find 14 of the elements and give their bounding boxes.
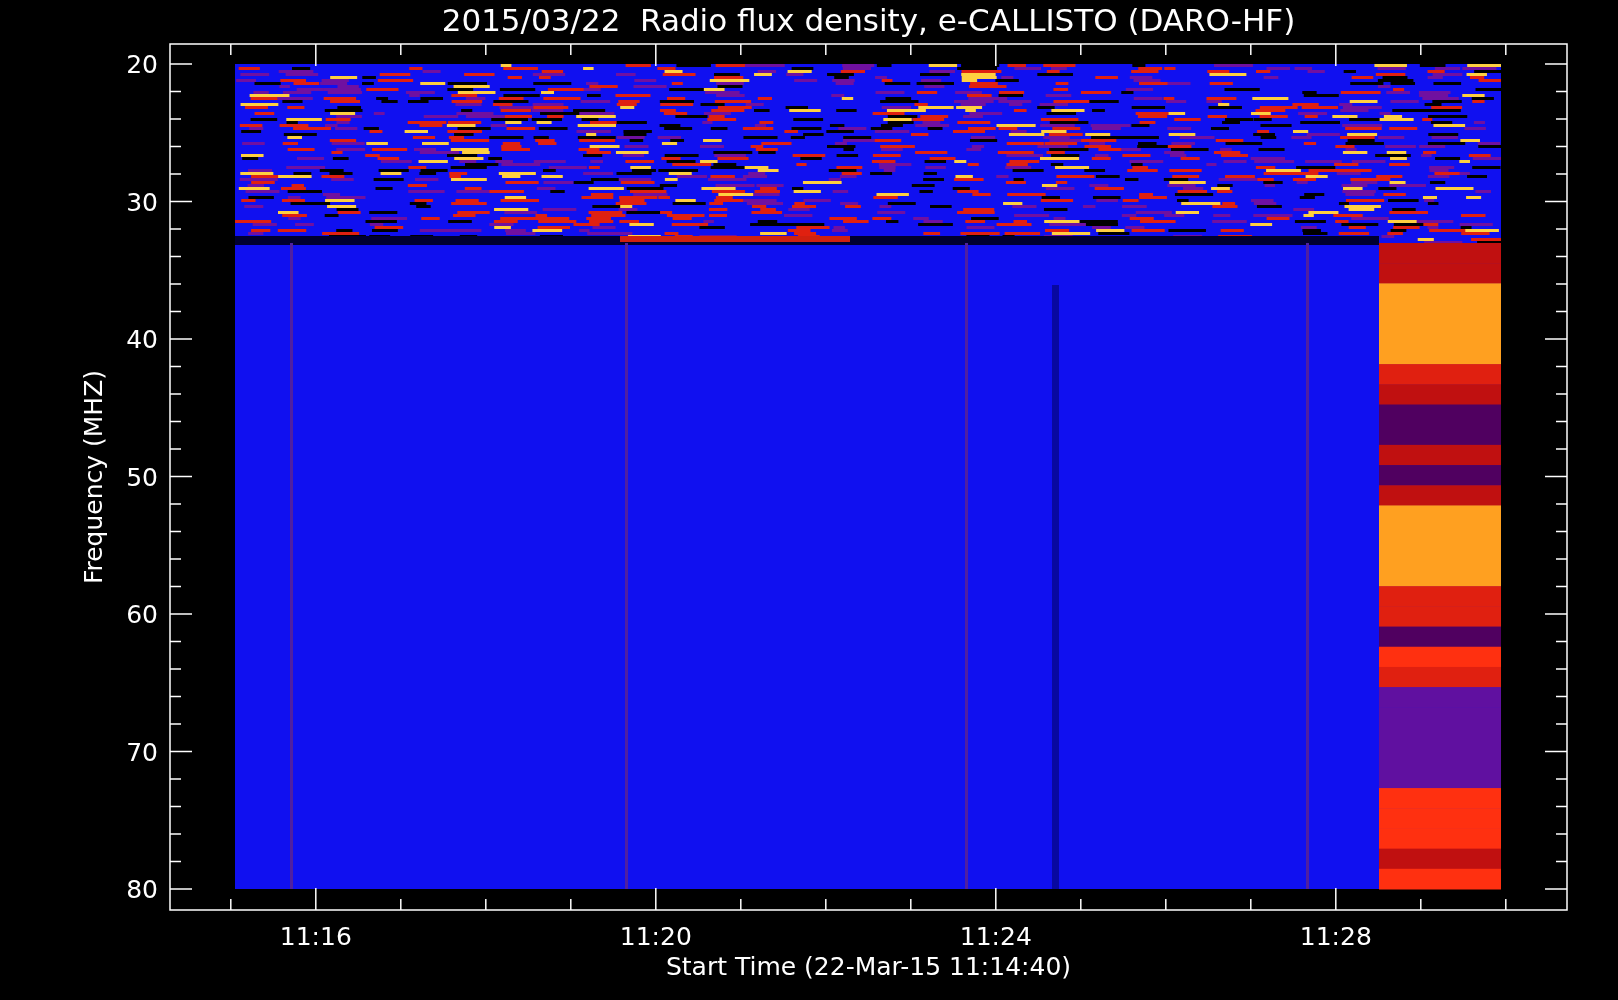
x-tick-label: 11:24 [959, 922, 1032, 951]
y-tick-label: 70 [126, 737, 158, 767]
chart-title: 2015/03/22 Radio flux density, e-CALLISTO (DARO-HF) [441, 2, 1296, 38]
y-tick-label: 60 [126, 600, 158, 629]
x-tick-label: 11:20 [619, 922, 692, 951]
y-tick-label: 30 [126, 187, 158, 217]
x-tick-label: 11:28 [1299, 922, 1372, 951]
y-tick-label: 50 [126, 462, 158, 492]
x-axis-label: Start Time (22-Mar-15 11:14:40) [665, 952, 1072, 981]
x-tick-label: 11:16 [279, 922, 352, 951]
y-axis-label: Frequency (MHZ) [79, 369, 108, 585]
y-tick-label: 20 [126, 50, 158, 79]
y-tick-label: 80 [126, 875, 158, 904]
y-tick-label: 40 [126, 325, 158, 354]
